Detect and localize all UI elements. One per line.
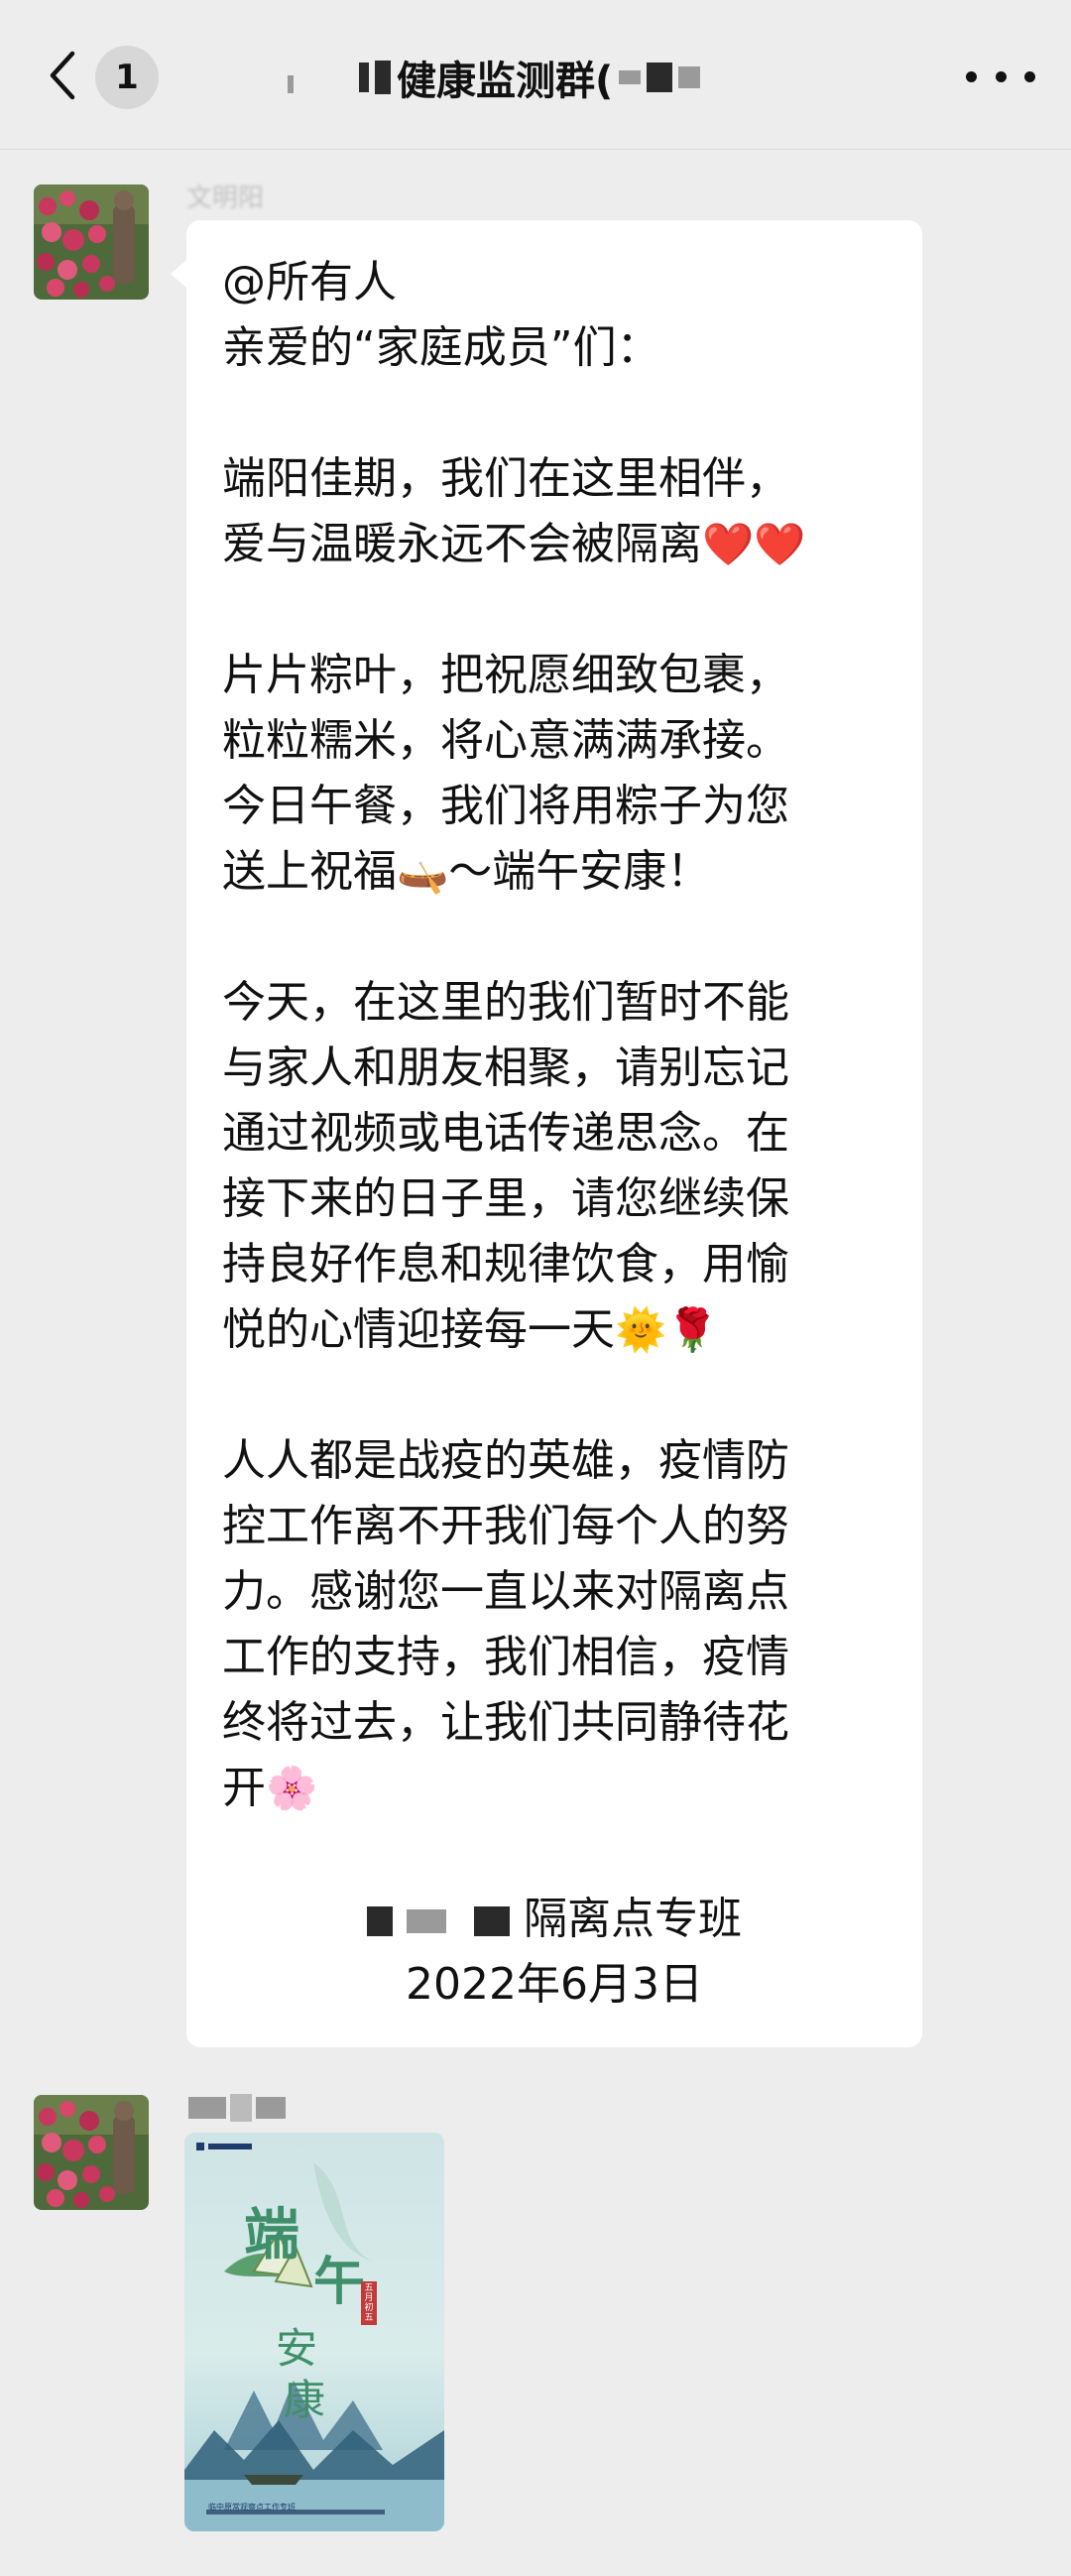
more-dots-icon — [1024, 70, 1035, 82]
redacted-mark — [678, 66, 701, 88]
message-line: 送上祝福🛶～端午安康！ — [222, 846, 711, 897]
poster-char: 康 — [284, 2376, 326, 2424]
poster-footer-text: 临中原常观察点工作专班 — [208, 2503, 296, 2512]
chat-header: 1 健康监测群( — [0, 0, 1071, 150]
message-line: 工作的支持，我们相信，疫情 — [222, 1632, 789, 1682]
message-line: 开🌸 — [222, 1763, 318, 1813]
sender-name-redacted — [188, 2091, 286, 2125]
flower-garden-avatar-image — [34, 2095, 149, 2210]
more-dots-icon — [995, 70, 1007, 82]
message-line: 力。感谢您一直以来对隔离点 — [222, 1566, 789, 1617]
unread-count-badge[interactable]: 1 — [95, 46, 159, 109]
message-line: 持良好作息和规律饮食，用愉 — [222, 1239, 789, 1289]
poster-char: 午 — [313, 2252, 366, 2312]
more-dots-icon — [966, 70, 977, 82]
message-line: 粒粒糯米，将心意满满承接。 — [222, 715, 789, 766]
message-line: 今天，在这里的我们暂时不能 — [222, 977, 789, 1028]
back-button[interactable] — [38, 46, 87, 105]
sender-avatar[interactable] — [34, 2095, 149, 2210]
message-line: 爱与温暖永远不会被隔离❤️❤️ — [222, 519, 806, 569]
chevron-left-icon — [50, 51, 75, 100]
redacted-mark — [375, 61, 391, 94]
message-line: 亲爱的“家庭成员”们： — [222, 322, 660, 373]
message-line: 悦的心情迎接每一天🌞🌹 — [222, 1304, 719, 1355]
redacted-mark — [288, 75, 294, 93]
sender-name: 文明阳 — [186, 183, 265, 213]
message-line: 控工作离不开我们每个人的努 — [222, 1501, 789, 1551]
redacted-mark — [188, 2097, 226, 2119]
flower-garden-avatar-image — [34, 184, 149, 300]
message-line: 终将过去，让我们共同静待花 — [222, 1697, 789, 1748]
redacted-mark — [256, 2097, 286, 2119]
message-line: 片片粽叶，把祝愿细致包裹， — [222, 650, 789, 700]
signature-line: 隔离点专班 — [186, 1887, 922, 1952]
dragon-boat-festival-poster-image[interactable]: 端 午 安 康 五月初五 临中原常观察点工作专班 — [184, 2133, 444, 2531]
canoe-emoji: 🛶 — [397, 847, 449, 896]
signature-date: 2022年6月3日 — [406, 1959, 703, 2010]
text-message-bubble[interactable]: @所有人 亲爱的“家庭成员”们： 端阳佳期，我们在这里相伴， 爱与温暖永远不会被… — [171, 220, 922, 2047]
more-options-button[interactable] — [966, 52, 1035, 101]
redacted-mark — [474, 1906, 510, 1936]
message-line: 与家人和朋友相聚，请别忘记 — [222, 1043, 789, 1093]
message-line: 人人都是战疫的英雄，疫情防 — [222, 1435, 789, 1486]
two-hearts-emoji: ❤️❤️ — [702, 520, 806, 568]
message-line: 端阳佳期，我们在这里相伴， — [222, 453, 789, 504]
redacted-mark — [230, 2094, 252, 2122]
redacted-mark — [407, 1909, 446, 1933]
redacted-mark — [367, 1906, 393, 1936]
sun-rose-emoji: 🌞🌹 — [615, 1305, 719, 1354]
poster-red-seal: 五月初五 — [361, 2281, 377, 2325]
message-line: @所有人 — [222, 257, 397, 307]
chat-title: 健康监测群( — [288, 48, 803, 107]
message-line: 接下来的日子里，请您继续保 — [222, 1173, 789, 1224]
message-line: 今日午餐，我们将用粽子为您 — [222, 781, 789, 831]
chat-title-text: 健康监测群( — [397, 59, 614, 104]
message-line: 通过视频或电话传递思念。在 — [222, 1108, 789, 1159]
redacted-mark — [359, 62, 369, 92]
poster-char: 端 — [244, 2202, 299, 2268]
sender-avatar[interactable] — [34, 184, 149, 300]
cherry-blossom-emoji: 🌸 — [266, 1764, 318, 1812]
redacted-mark — [619, 70, 642, 84]
redacted-mark — [647, 62, 673, 92]
